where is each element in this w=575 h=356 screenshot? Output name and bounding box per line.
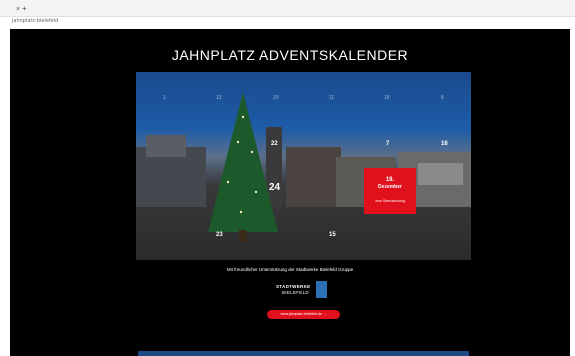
calendar-door[interactable]: 13 <box>216 96 222 101</box>
open-door-month: Dezember <box>378 184 402 190</box>
open-door-subtitle: zum Überraschung <box>375 199 405 203</box>
calendar-door[interactable]: 11 <box>329 96 334 101</box>
sponsor-text: Mit freundlicher Unterstützung der Stadt… <box>226 267 354 272</box>
page-content: JAHNPLATZ ADVENTSKALENDER 1 13 20 11 18 … <box>10 29 570 356</box>
open-door-day: 19. <box>385 177 395 183</box>
website-link-button[interactable]: www.jahnplatz-bielefeld.de → <box>267 310 340 319</box>
calendar-door[interactable]: 18 <box>384 96 390 101</box>
calendar-door[interactable]: 8 <box>441 96 444 101</box>
url-text[interactable]: jahnplatz-bielefeld <box>12 18 58 25</box>
city-skyline-graphic <box>136 127 471 207</box>
page-title: JAHNPLATZ ADVENTSKALENDER <box>171 47 409 63</box>
logo-word-stadtwerke: STADTWERKE <box>276 284 311 289</box>
stadtwerke-logo-icon <box>316 281 327 298</box>
calendar-door[interactable]: 23 <box>216 232 223 238</box>
close-tab-icon[interactable]: × <box>16 6 20 13</box>
open-calendar-door[interactable]: 19. Dezember zum Überraschung <box>364 168 416 214</box>
stadtwerke-logo[interactable]: STADTWERKE BIELEFELD <box>276 280 328 300</box>
calendar-door[interactable]: 16 <box>441 141 448 147</box>
calendar-door[interactable]: 1 <box>163 96 166 101</box>
address-bar[interactable]: jahnplatz-bielefeld <box>0 17 575 29</box>
calendar-door[interactable]: 24 <box>269 183 280 193</box>
calendar-door[interactable]: 20 <box>273 96 279 101</box>
new-tab-icon[interactable]: + <box>22 5 27 13</box>
browser-toolbar: × + <box>0 0 575 17</box>
christmas-tree-graphic <box>208 92 278 242</box>
advent-calendar-image: 1 13 20 11 18 8 22 7 16 24 15 23 19. Dez… <box>136 72 471 260</box>
calendar-door[interactable]: 15 <box>329 232 336 238</box>
logo-word-bielefeld: BIELEFELD <box>282 290 309 295</box>
calendar-door[interactable]: 22 <box>271 141 278 147</box>
calendar-door[interactable]: 7 <box>386 141 389 147</box>
bottom-banner-strip <box>138 351 469 356</box>
